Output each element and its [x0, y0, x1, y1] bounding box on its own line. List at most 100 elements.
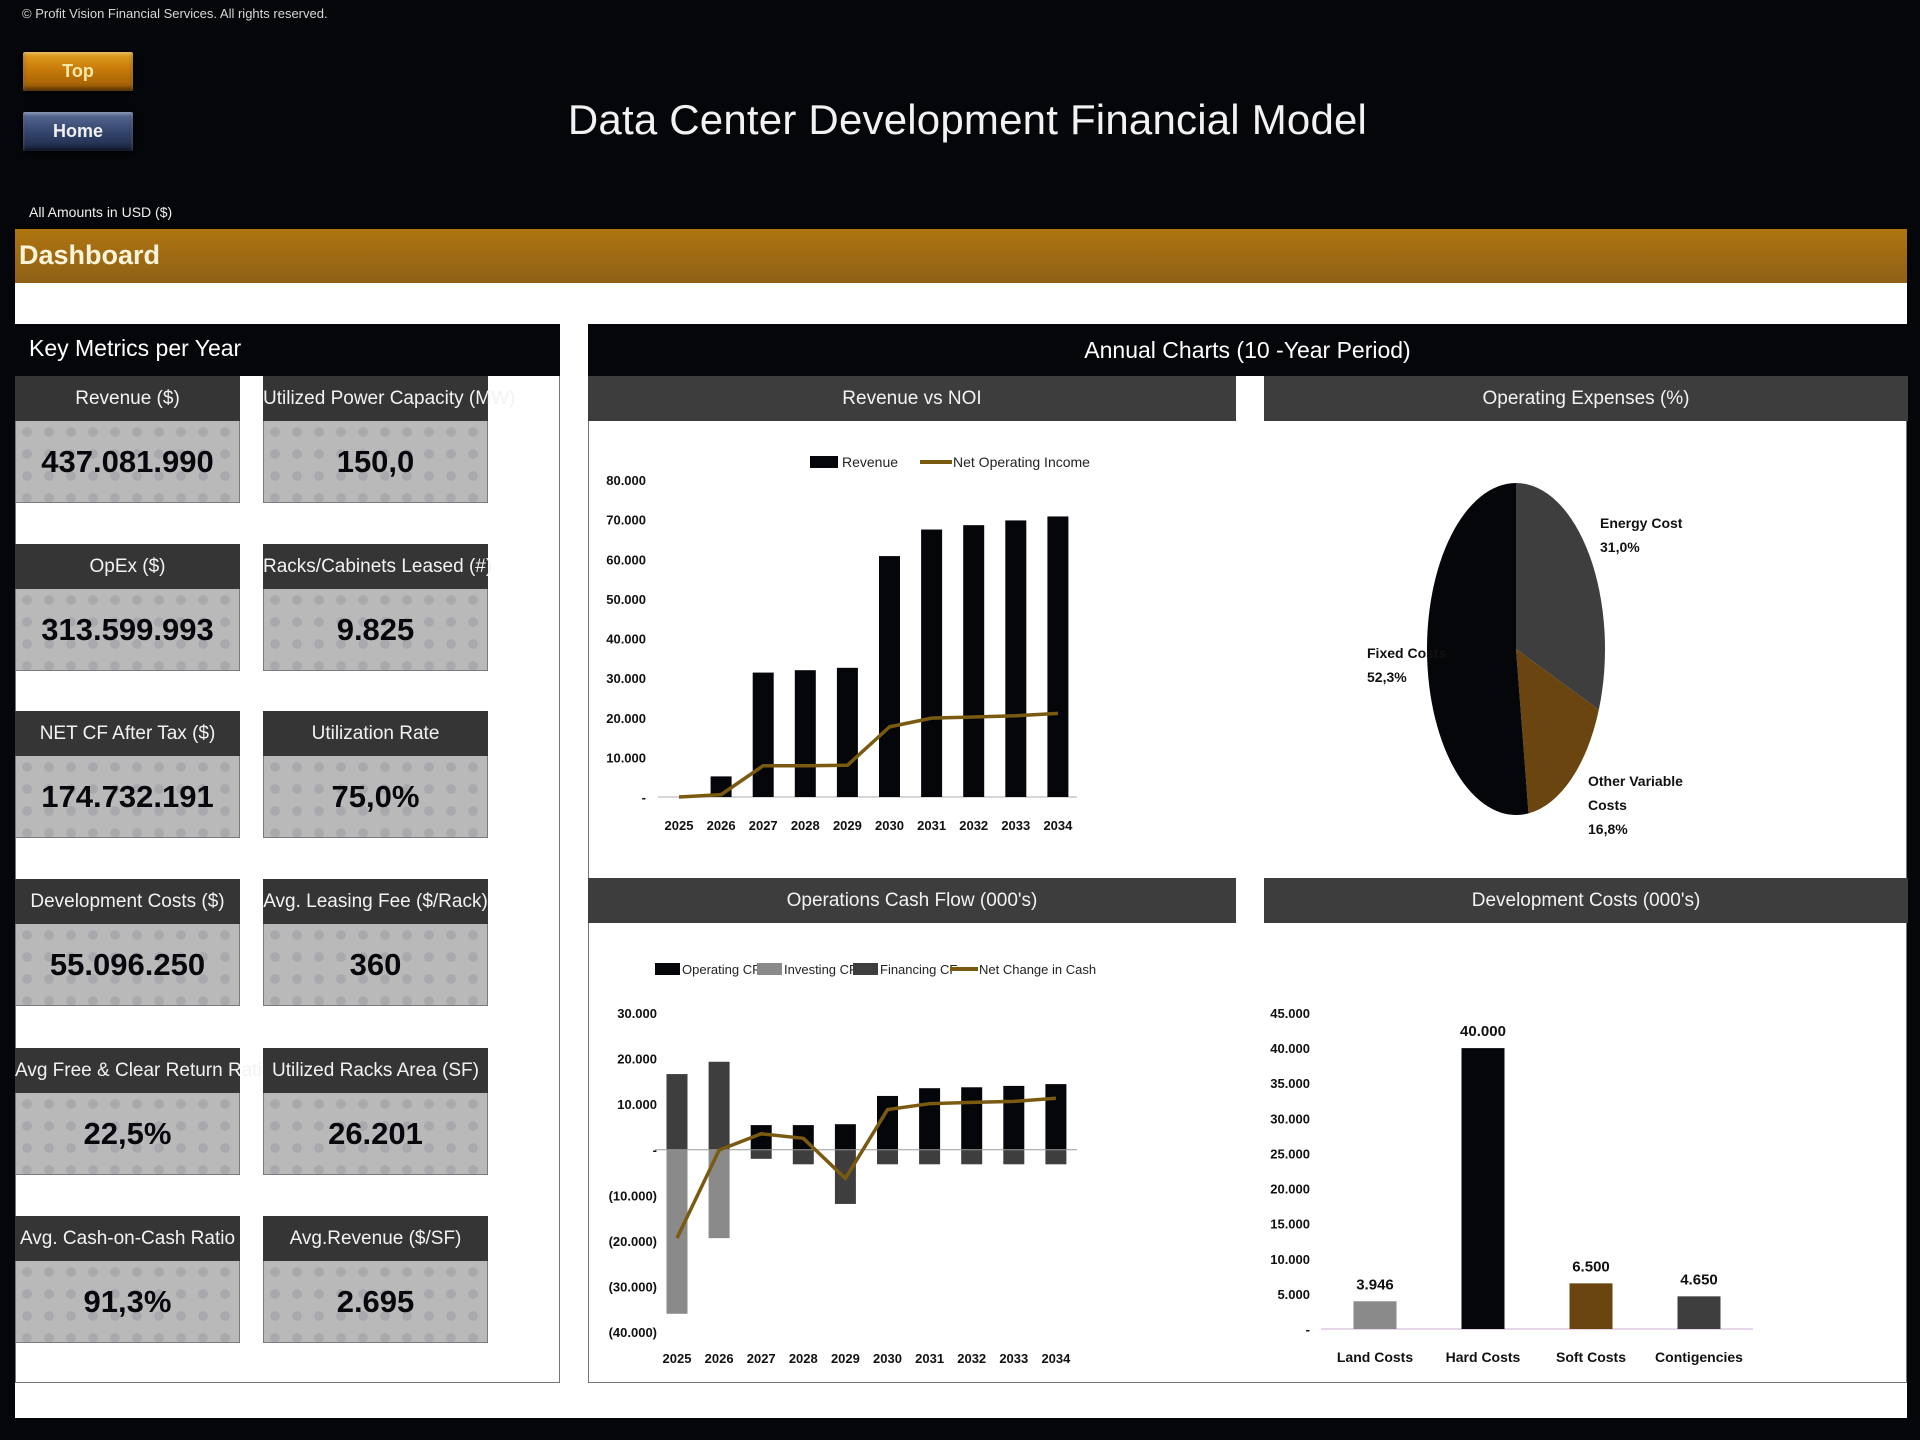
- legend-label-noi: Net Operating Income: [953, 454, 1090, 470]
- legend-swatch-financing: [853, 963, 878, 975]
- revenue-bar: [752, 672, 774, 797]
- x-tick-label: 2034: [1041, 1351, 1071, 1366]
- pie-label: 52,3%: [1367, 669, 1407, 685]
- cash-flow-bar: [1003, 1085, 1025, 1150]
- y-tick-label: 20.000: [1270, 1182, 1310, 1197]
- legend-label-investing: Investing CF: [784, 962, 857, 977]
- cash-flow-bar: [666, 1074, 688, 1150]
- y-tick-label: 30.000: [606, 671, 646, 686]
- revenue-bar: [921, 529, 943, 797]
- cash-flow-bar: [919, 1149, 941, 1165]
- cash-flow-bar: [792, 1149, 814, 1165]
- pie-label: 16,8%: [1588, 821, 1628, 837]
- x-tick-label: 2028: [789, 1351, 818, 1366]
- y-tick-label: (20.000): [609, 1234, 657, 1249]
- x-tick-label: 2033: [1001, 818, 1030, 833]
- x-tick-label: 2027: [747, 1351, 776, 1366]
- legend-label-revenue: Revenue: [842, 454, 898, 470]
- revenue-bar: [879, 556, 900, 797]
- revenue-bar: [836, 667, 858, 797]
- y-tick-label: 10.000: [617, 1097, 657, 1112]
- y-tick-label: 45.000: [1270, 1006, 1310, 1021]
- pie-label: Energy Cost: [1600, 515, 1683, 531]
- revenue-bar: [963, 525, 985, 797]
- pie-label: Costs: [1588, 797, 1627, 813]
- y-tick-label: -: [642, 790, 646, 805]
- revenue-bar: [1005, 520, 1027, 797]
- y-tick-label: (40.000): [609, 1325, 657, 1340]
- cash-flow-bar: [1003, 1149, 1025, 1165]
- cash-flow-bar: [877, 1149, 898, 1165]
- x-tick-label: 2032: [959, 818, 988, 833]
- data-label: 4.650: [1680, 1271, 1718, 1288]
- legend-label-operating: Operating CF: [682, 962, 760, 977]
- x-tick-label: 2029: [833, 818, 862, 833]
- x-tick-label: 2025: [663, 1351, 692, 1366]
- cash-flow-bar: [1045, 1084, 1067, 1150]
- cash-flow-bar: [666, 1149, 688, 1314]
- revenue-bar: [794, 670, 816, 797]
- y-tick-label: 20.000: [606, 711, 646, 726]
- pie-label: Fixed Costs: [1367, 645, 1447, 661]
- x-tick-label: 2031: [915, 1351, 944, 1366]
- y-tick-label: 25.000: [1270, 1146, 1310, 1161]
- y-tick-label: 35.000: [1270, 1076, 1310, 1091]
- legend-swatch-revenue: [810, 456, 838, 468]
- legend-label-net-change: Net Change in Cash: [979, 962, 1096, 977]
- cash-flow-bar: [708, 1061, 730, 1150]
- y-tick-label: 40.000: [1270, 1041, 1310, 1056]
- x-tick-label: 2028: [791, 818, 820, 833]
- y-tick-label: 30.000: [1270, 1111, 1310, 1126]
- x-tick-label: 2030: [873, 1351, 902, 1366]
- x-tick-label: 2033: [999, 1351, 1028, 1366]
- cash-flow-bar: [961, 1087, 983, 1150]
- data-label: 6.500: [1572, 1258, 1610, 1275]
- x-tick-label: Hard Costs: [1446, 1349, 1521, 1365]
- x-tick-label: 2034: [1043, 818, 1073, 833]
- y-tick-label: 20.000: [617, 1052, 657, 1067]
- x-tick-label: 2026: [707, 818, 736, 833]
- pie-label: Other Variable: [1588, 773, 1683, 789]
- legend-swatch-operating: [655, 963, 680, 975]
- legend-label-financing: Financing CF: [880, 962, 957, 977]
- y-tick-label: 70.000: [606, 513, 646, 528]
- cash-flow-bar: [919, 1088, 941, 1150]
- dev-cost-bar: [1569, 1283, 1613, 1329]
- cash-flow-bar: [750, 1149, 772, 1159]
- x-tick-label: 2025: [665, 818, 694, 833]
- data-label: 40.000: [1460, 1023, 1506, 1040]
- x-tick-label: 2031: [917, 818, 946, 833]
- pie-label: 31,0%: [1600, 539, 1640, 555]
- x-tick-label: Contigencies: [1655, 1349, 1743, 1365]
- y-tick-label: 10.000: [1270, 1252, 1310, 1267]
- y-tick-label: (30.000): [609, 1279, 657, 1294]
- x-tick-label: 2029: [831, 1351, 860, 1366]
- charts-layer: - 10.000 20.000 30.000 40.000 50.000 60.000 70.…: [606, 454, 1753, 1366]
- y-tick-label: 50.000: [606, 592, 646, 607]
- x-tick-label: Soft Costs: [1556, 1349, 1626, 1365]
- y-tick-label: 15.000: [1270, 1217, 1310, 1232]
- x-tick-label: 2030: [875, 818, 904, 833]
- y-tick-label: 10.000: [606, 750, 646, 765]
- y-tick-label: 60.000: [606, 552, 646, 567]
- cash-flow-bar: [961, 1149, 983, 1165]
- y-tick-label: 40.000: [606, 632, 646, 647]
- y-tick-label: (10.000): [609, 1188, 657, 1203]
- revenue-bar: [1047, 516, 1069, 797]
- x-tick-label: 2027: [749, 818, 778, 833]
- legend-swatch-investing: [757, 963, 782, 975]
- y-tick-label: 30.000: [617, 1006, 657, 1021]
- y-tick-label: 5.000: [1277, 1287, 1310, 1302]
- cash-flow-bar: [834, 1124, 856, 1150]
- dev-cost-bar: [1461, 1048, 1505, 1329]
- x-tick-label: Land Costs: [1337, 1349, 1413, 1365]
- cash-flow-bar: [1045, 1149, 1067, 1165]
- y-tick-label: -: [1306, 1322, 1310, 1337]
- net-change-line: [675, 1096, 1057, 1239]
- dev-cost-bar: [1353, 1301, 1397, 1329]
- data-label: 3.946: [1356, 1276, 1394, 1293]
- dev-cost-bar: [1677, 1296, 1721, 1329]
- x-tick-label: 2032: [957, 1351, 986, 1366]
- noi-line: [678, 711, 1058, 799]
- y-tick-label: 80.000: [606, 473, 646, 488]
